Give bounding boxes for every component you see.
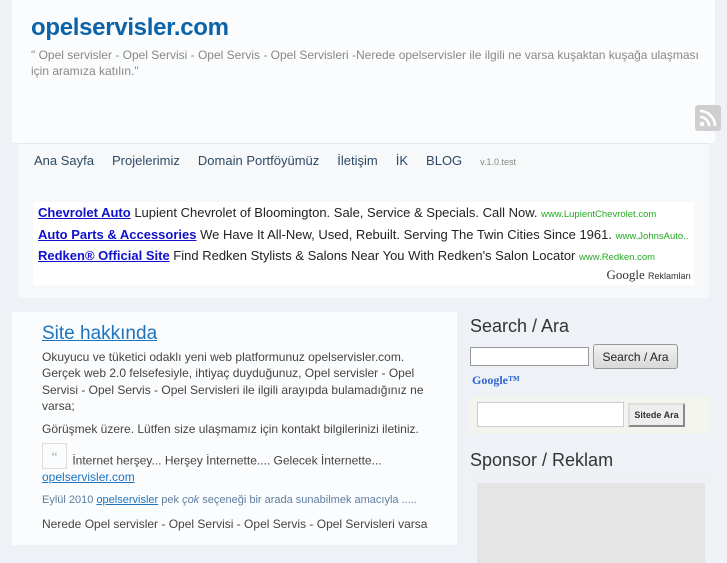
divider xyxy=(470,478,710,479)
ad-item: Auto Parts & Accessories We Have It All-… xyxy=(38,227,689,249)
reklamlari-label: Reklamları xyxy=(647,271,691,281)
ad-text: Find Redken Stylists & Salons Near You W… xyxy=(173,248,576,263)
date-text: seçeneği bir arada sunabilmek amacıyla .… xyxy=(202,493,417,506)
google-logo-text: Google™ xyxy=(472,373,520,387)
header: opelservisler.com " Opel servisler - Ope… xyxy=(12,0,721,143)
date-link[interactable]: opelservisler xyxy=(96,494,158,506)
sponsor-title: Sponsor / Reklam xyxy=(470,450,614,470)
google-logo: Google™ xyxy=(472,373,520,388)
date: Eylül 2010 xyxy=(42,493,94,506)
search-button[interactable]: Search / Ara xyxy=(593,344,678,369)
post-title[interactable]: Site hakkında xyxy=(42,324,432,342)
ad-item: Redken® Official Site Find Redken Stylis… xyxy=(38,248,689,270)
ad-text: Lupient Chevrolet of Bloomington. Sale, … xyxy=(134,205,538,220)
nav-iletisim[interactable]: İletişim xyxy=(337,153,377,168)
nav-domain-portfoy[interactable]: Domain Portföyümüz xyxy=(198,153,319,168)
site-title[interactable]: opelservisler.com xyxy=(31,14,229,42)
nav-ik[interactable]: İK xyxy=(396,153,408,168)
nav-projelerimiz[interactable]: Projelerimiz xyxy=(112,153,180,168)
quote-link[interactable]: opelservisler.com xyxy=(42,470,135,484)
google-ads: Chevrolet Auto Lupient Chevrolet of Bloo… xyxy=(33,202,694,285)
site-search-input[interactable] xyxy=(477,402,624,427)
tagline: " Opel servisler - Opel Servisi - Opel S… xyxy=(31,48,699,78)
ad-text: We Have It All-New, Used, Rebuilt. Servi… xyxy=(200,226,612,242)
date-line: Eylül 2010 opelservisler pek çok seçeneğ… xyxy=(42,492,432,509)
ad-item: Chevrolet Auto Lupient Chevrolet of Bloo… xyxy=(38,205,689,227)
ad-url[interactable]: www.LupientChevrolet.com xyxy=(541,209,656,220)
rss-icon xyxy=(699,109,717,127)
content: Site hakkında Okuyucu ve tüketici odaklı… xyxy=(42,324,432,539)
quote-text: İnternet herşey... Herşey İnternette....… xyxy=(72,453,382,468)
site-search-box: Sitede Ara xyxy=(470,396,710,434)
nav-blog[interactable]: BLOG xyxy=(426,153,462,168)
search-title: Search / Ara xyxy=(470,316,570,336)
search-input[interactable] xyxy=(470,347,589,366)
nav-ana-sayfa[interactable]: Ana Sayfa xyxy=(34,153,94,168)
ad-title-link[interactable]: Auto Parts & Accessories xyxy=(38,227,196,242)
paragraph: Okuyucu ve tüketici odaklı yeni web plat… xyxy=(42,349,424,414)
site-search-button[interactable]: Sitede Ara xyxy=(628,403,685,427)
version-label: v.1.0.test xyxy=(480,157,517,167)
sponsor-ad-box[interactable] xyxy=(477,483,705,563)
ad-title-link[interactable]: Chevrolet Auto xyxy=(38,205,131,220)
date-em: çok xyxy=(182,493,200,506)
quote-icon: “ xyxy=(42,443,67,469)
google-ads-label[interactable]: Google Reklamları xyxy=(606,267,691,283)
google-logo: Google xyxy=(606,267,645,282)
ad-title-link[interactable]: Redken® Official Site xyxy=(38,248,170,263)
rss-button[interactable] xyxy=(695,105,721,131)
paragraph: Görüşmek üzere. Lütfen size ulaşmamız iç… xyxy=(42,421,419,436)
paragraph: Nerede Opel servisler - Opel Servisi - O… xyxy=(42,517,428,531)
ad-url[interactable]: www.JohnsAuto... xyxy=(616,231,689,242)
ad-url[interactable]: www.Redken.com xyxy=(579,252,655,263)
date-text: pek xyxy=(161,493,179,506)
quote: “ İnternet herşey... Herşey İnternette..… xyxy=(42,443,432,486)
